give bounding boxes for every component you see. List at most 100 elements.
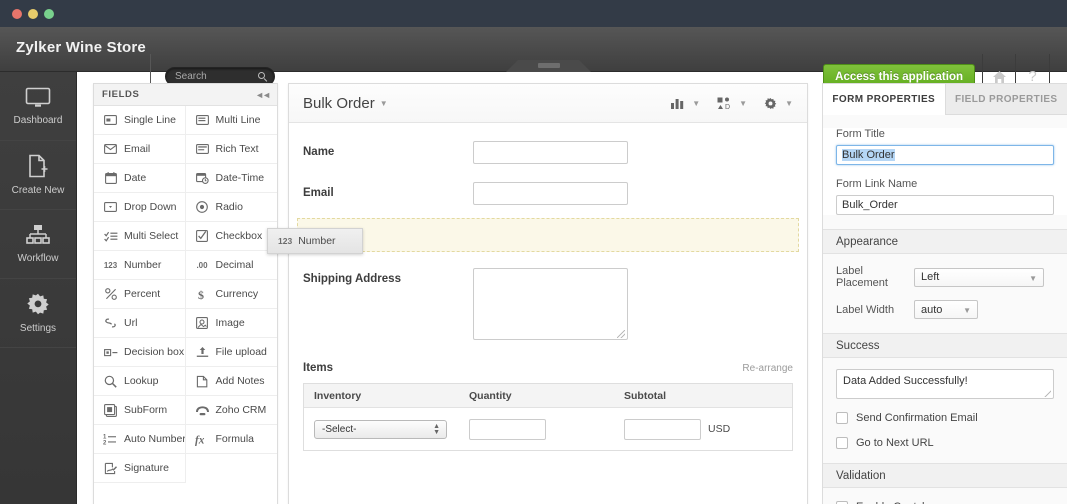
panel-collapse-handle[interactable] <box>506 60 591 72</box>
subform-icon <box>103 403 118 417</box>
field-type-add-notes[interactable]: Add Notes <box>185 367 277 396</box>
field-type-label: Number <box>124 259 162 271</box>
field-type-zoho-crm[interactable]: Zoho CRM <box>185 396 277 425</box>
form-field-row: Email <box>289 182 807 205</box>
field-type-radio[interactable]: Radio <box>185 193 277 222</box>
table-row: -Select- ▲ ▼ USD <box>304 408 792 450</box>
field-type-number[interactable]: 123 Number <box>94 251 186 280</box>
tab-form-properties[interactable]: FORM PROPERTIES <box>823 84 945 115</box>
go-to-next-url-row[interactable]: Go to Next URL <box>823 437 1067 449</box>
monitor-icon <box>25 87 51 108</box>
field-type-subform[interactable]: SubForm <box>94 396 186 425</box>
field-type-email[interactable]: Email <box>94 135 186 164</box>
minimize-window-button[interactable] <box>28 9 38 19</box>
chevron-down-icon: ▼ <box>1029 273 1037 283</box>
radio-icon <box>195 200 210 214</box>
close-window-button[interactable] <box>12 9 22 19</box>
field-type-decimal[interactable]: .00 Decimal <box>185 251 277 280</box>
field-type-label: Single Line <box>124 114 176 126</box>
maximize-window-button[interactable] <box>44 9 54 19</box>
field-type-label: Decimal <box>215 259 254 271</box>
sidebar-item-create-new[interactable]: Create New <box>0 141 76 210</box>
fields-grid: Single Line Multi Line Email Rich Text Date D… <box>94 106 277 483</box>
field-type-signature[interactable]: Signature <box>94 454 186 483</box>
field-type-currency[interactable]: $ Currency <box>185 280 277 309</box>
field-type-url[interactable]: Url <box>94 309 186 338</box>
field-type-multi-line[interactable]: Multi Line <box>185 106 277 135</box>
chevron-down-icon: ▼ <box>739 98 748 108</box>
label-placement-label: Label Placement <box>836 265 888 289</box>
form-properties-body: Form Title Bulk Order Form Link Name Bul… <box>823 128 1067 215</box>
form-title-field[interactable]: Bulk Order <box>836 145 1054 165</box>
rules-icon[interactable]: D ▼ <box>717 97 747 110</box>
field-type-label: Signature <box>124 462 169 474</box>
form-link-name-field[interactable]: Bulk_Order <box>836 195 1054 215</box>
field-type-date-time[interactable]: Date-Time <box>185 164 277 193</box>
chevron-down-icon[interactable]: ▼ <box>380 99 388 108</box>
search-icon <box>258 72 268 82</box>
label-width-select[interactable]: auto ▼ <box>914 300 978 319</box>
double-chevron-left-icon[interactable]: ◄◄ <box>255 90 271 100</box>
dragging-field-chip[interactable]: 123 Number <box>267 228 363 254</box>
field-type-formula[interactable]: fx Formula <box>185 425 277 454</box>
field-type-label: Percent <box>124 288 161 300</box>
app-brand-title: Zylker Wine Store <box>16 39 146 56</box>
report-chart-icon[interactable]: ▼ <box>671 97 700 109</box>
label-placement-select[interactable]: Left ▼ <box>914 267 1044 287</box>
window-controls <box>12 9 54 19</box>
field-type-percent[interactable]: Percent <box>94 280 186 309</box>
field-type-auto-number[interactable]: 1 2 Auto Number <box>94 425 186 454</box>
go-to-next-url-checkbox[interactable] <box>836 437 848 449</box>
field-type-label: Lookup <box>124 375 159 387</box>
quantity-input[interactable] <box>469 418 546 440</box>
field-type-lookup[interactable]: Lookup <box>94 367 186 396</box>
fields-palette: FIELDS ◄◄ Single Line Multi Line Email Rich… <box>93 83 278 504</box>
canvas-toolbar: ▼ D ▼ ▼ <box>671 97 793 110</box>
email-input[interactable] <box>473 182 628 205</box>
sidebar-item-dashboard[interactable]: Dashboard <box>0 72 76 141</box>
send-confirmation-email-label: Send Confirmation Email <box>856 412 978 424</box>
resize-grip-icon[interactable] <box>1044 390 1051 397</box>
sidebar-item-workflow[interactable]: Workflow <box>0 210 76 279</box>
column-header-subtotal: Subtotal <box>624 389 666 402</box>
field-drop-zone[interactable] <box>297 218 799 252</box>
field-type-decision-box[interactable]: Decision box <box>94 338 186 367</box>
page-title: Bulk Order <box>303 94 375 112</box>
subtotal-input[interactable] <box>624 418 701 440</box>
resize-grip-icon[interactable] <box>617 330 625 338</box>
section-validation: Validation <box>823 463 1067 488</box>
shipping-address-textarea[interactable] <box>473 268 628 340</box>
send-confirmation-email-row[interactable]: Send Confirmation Email <box>823 412 1067 424</box>
stepper-arrows-icon: ▲ ▼ <box>433 422 440 436</box>
field-type-single-line[interactable]: Single Line <box>94 106 186 135</box>
auto-number-icon: 12 <box>103 432 118 446</box>
field-type-image[interactable]: Image <box>185 309 277 338</box>
field-type-drop-down[interactable]: Drop Down <box>94 193 186 222</box>
gear-icon[interactable]: ▼ <box>764 97 793 110</box>
name-input[interactable] <box>473 141 628 164</box>
field-type-rich-text[interactable]: Rich Text <box>185 135 277 164</box>
svg-text:2: 2 <box>103 440 107 445</box>
label-placement-row: Label Placement Left ▼ <box>823 265 1067 289</box>
link-icon <box>103 316 118 330</box>
sidebar-item-label: Dashboard <box>13 114 63 126</box>
sidebar-item-settings[interactable]: Settings <box>0 279 76 348</box>
form-canvas-header: Bulk Order ▼ ▼ D ▼ ▼ <box>289 84 807 123</box>
field-type-multi-select[interactable]: Multi Select <box>94 222 186 251</box>
field-type-file-upload[interactable]: File upload <box>185 338 277 367</box>
field-type-date[interactable]: Date <box>94 164 186 193</box>
currency-label: USD <box>708 423 731 435</box>
field-type-checkbox[interactable]: Checkbox <box>185 222 277 251</box>
table-header-row: Inventory Quantity Subtotal <box>304 384 792 408</box>
inventory-select[interactable]: -Select- ▲ ▼ <box>314 419 447 439</box>
success-message-textarea[interactable]: Data Added Successfully! <box>836 369 1054 399</box>
calendar-clock-icon <box>195 171 210 185</box>
image-icon <box>195 316 210 330</box>
chevron-down-icon: ▼ <box>963 306 971 315</box>
field-type-label: Decision box <box>124 346 185 358</box>
multi-select-icon <box>103 229 118 243</box>
send-confirmation-email-checkbox[interactable] <box>836 412 848 424</box>
tab-field-properties[interactable]: FIELD PROPERTIES <box>944 84 1067 115</box>
re-arrange-link[interactable]: Re-arrange <box>742 363 793 374</box>
new-document-icon <box>28 154 49 178</box>
